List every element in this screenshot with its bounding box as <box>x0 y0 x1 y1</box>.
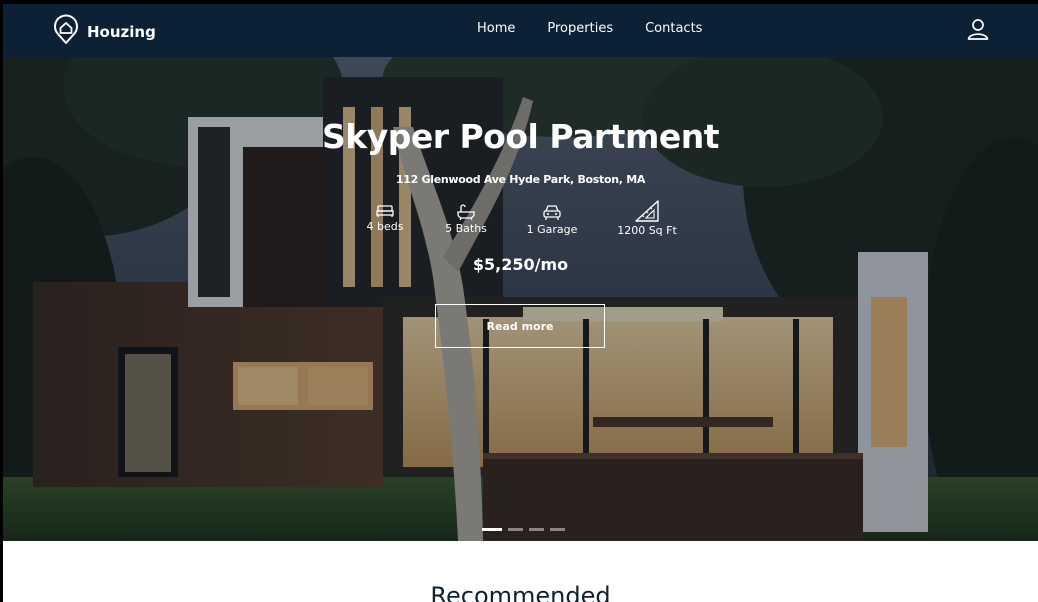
page: Houzing Home Properties Contacts Skyper … <box>3 4 1038 602</box>
ruler-icon <box>635 200 659 222</box>
brand-name: Houzing <box>87 22 156 41</box>
hero-price: $5,250/mo <box>472 255 569 274</box>
feature-area: 1200 Sq Ft <box>617 200 677 237</box>
feature-label: 4 beds <box>366 220 404 233</box>
carousel-dots <box>482 528 565 531</box>
bath-icon <box>457 204 475 220</box>
feature-garage: 1 Garage <box>527 204 577 236</box>
hero-carousel: Skyper Pool Partment 112 Glenwood Ave Hy… <box>3 57 1038 541</box>
feature-label: 1200 Sq Ft <box>617 224 677 237</box>
nav-link-properties[interactable]: Properties <box>547 21 613 36</box>
feature-label: 5 Baths <box>445 222 487 235</box>
feature-baths: 5 Baths <box>444 204 488 235</box>
feature-beds: 4 beds <box>365 204 405 233</box>
carousel-dot-2[interactable] <box>508 528 523 531</box>
user-button[interactable] <box>966 17 990 41</box>
navbar: Houzing Home Properties Contacts <box>3 4 1038 57</box>
nav-link-contacts[interactable]: Contacts <box>645 21 702 36</box>
read-more-button[interactable]: Read more <box>435 304 605 348</box>
window-frame: Houzing Home Properties Contacts Skyper … <box>0 0 1038 602</box>
hero-address: 112 Glenwood Ave Hyde Park, Boston, MA <box>395 173 646 186</box>
property-features: 4 beds 5 Baths 1 Garage 1200 Sq Ft <box>3 200 1038 240</box>
carousel-dot-3[interactable] <box>529 528 544 531</box>
nav-link-home[interactable]: Home <box>477 21 515 36</box>
carousel-dot-1[interactable] <box>482 528 502 531</box>
car-icon <box>543 205 561 220</box>
carousel-dot-4[interactable] <box>550 528 565 531</box>
user-icon <box>967 19 989 40</box>
house-pin-icon <box>53 13 79 50</box>
recommended-title: Recommended <box>430 582 611 602</box>
feature-label: 1 Garage <box>526 223 578 236</box>
nav-links: Home Properties Contacts <box>477 21 702 36</box>
brand-logo[interactable]: Houzing <box>53 13 156 50</box>
bed-icon <box>376 205 394 217</box>
hero-title: Skyper Pool Partment <box>322 117 719 156</box>
